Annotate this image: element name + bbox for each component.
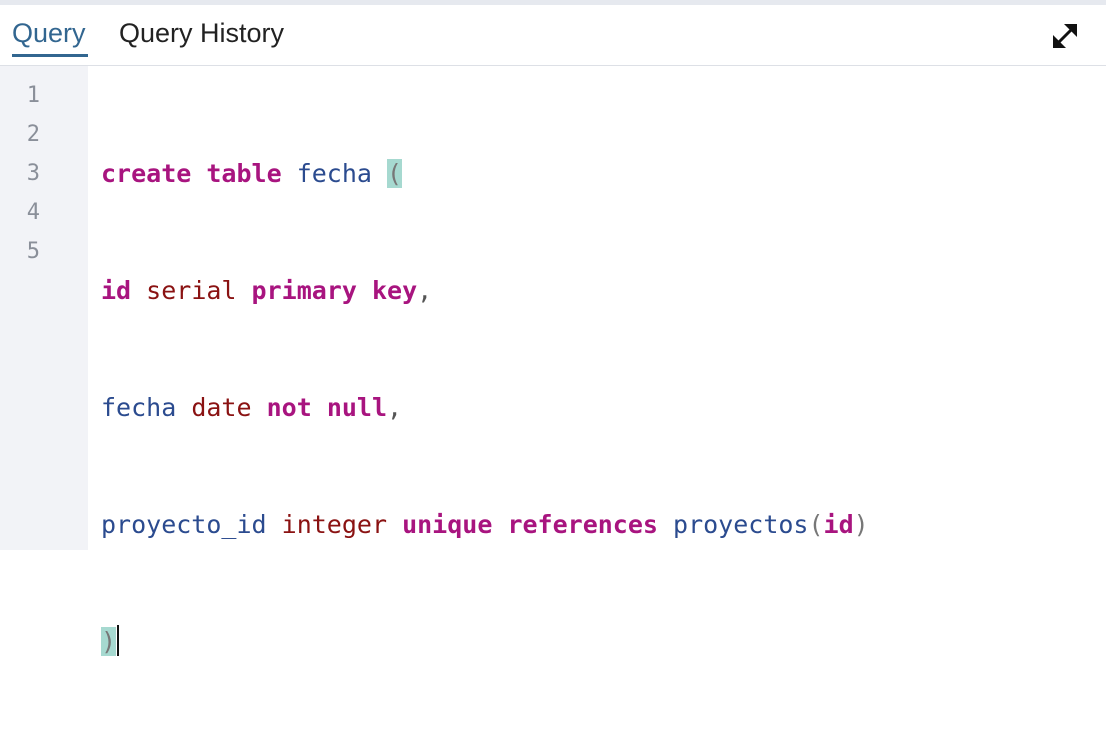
code-line-4: proyecto_id integer unique references pr… xyxy=(101,505,869,544)
tab-bar: Query Query History xyxy=(0,5,1106,66)
line-number-gutter: 1 2 3 4 5 xyxy=(0,66,88,550)
code-line-3: fecha date not null, xyxy=(101,388,869,427)
keyword: id xyxy=(101,276,132,305)
code-editor[interactable]: 1 2 3 4 5 create table fecha ( id serial… xyxy=(0,66,1106,656)
tab-query[interactable]: Query xyxy=(12,16,88,57)
keyword: table xyxy=(206,159,282,188)
bracket: ) xyxy=(853,510,869,539)
keyword: key xyxy=(371,276,418,305)
code-line-1: create table fecha ( xyxy=(101,154,869,193)
keyword: null xyxy=(326,393,388,422)
keyword: not xyxy=(266,393,312,422)
line-number: 4 xyxy=(26,200,40,225)
keyword: id xyxy=(823,510,854,539)
identifier: fecha xyxy=(296,159,372,188)
keyword: primary xyxy=(251,276,357,305)
punctuation: , xyxy=(387,393,403,422)
line-number: 3 xyxy=(26,161,40,186)
type-name: serial xyxy=(146,276,237,305)
identifier: proyecto_id xyxy=(101,510,267,539)
expand-icon xyxy=(1053,24,1077,48)
line-number: 2 xyxy=(26,122,40,147)
type-name: integer xyxy=(281,510,387,539)
tab-query-history[interactable]: Query History xyxy=(119,16,284,56)
identifier: fecha xyxy=(101,393,177,422)
code-line-2: id serial primary key, xyxy=(101,271,869,310)
code-text-area[interactable]: create table fecha ( id serial primary k… xyxy=(101,76,869,739)
matched-bracket: ( xyxy=(387,159,403,188)
punctuation: , xyxy=(417,276,433,305)
keyword: unique xyxy=(402,510,493,539)
expand-button[interactable] xyxy=(1048,19,1082,53)
bracket: ( xyxy=(808,510,824,539)
keyword: create xyxy=(101,159,192,188)
matched-bracket: ) xyxy=(101,627,117,656)
identifier: proyectos xyxy=(673,510,809,539)
code-line-5: ) xyxy=(101,622,869,661)
line-number: 1 xyxy=(26,83,40,108)
line-number: 5 xyxy=(26,239,40,264)
type-name: date xyxy=(191,393,252,422)
keyword: references xyxy=(507,510,658,539)
text-cursor xyxy=(117,625,120,656)
